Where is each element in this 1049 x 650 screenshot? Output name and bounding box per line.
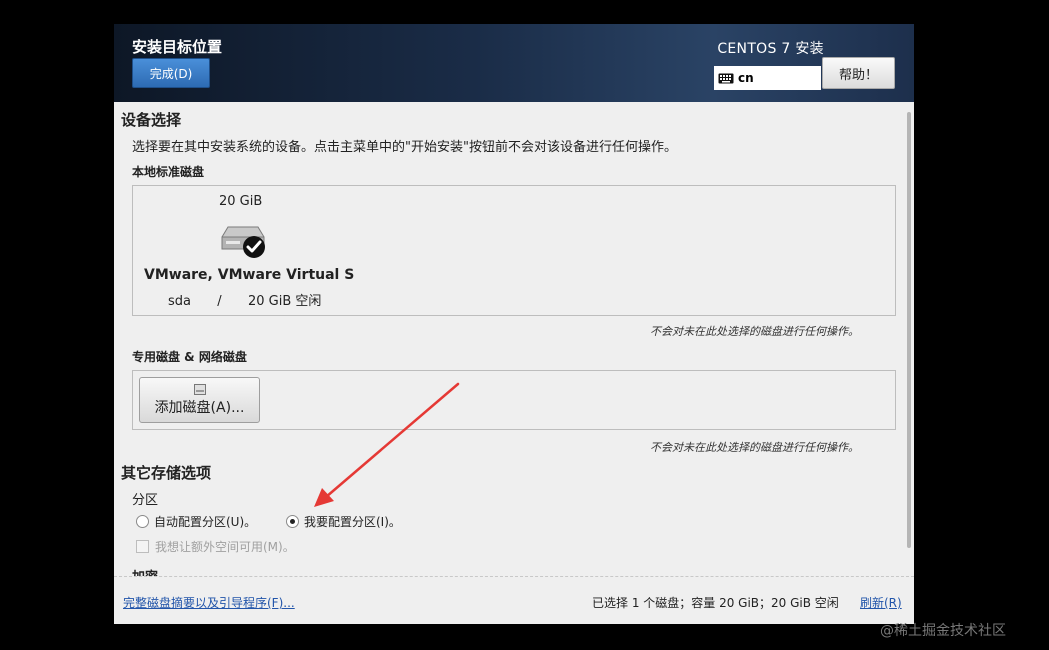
annotation-arrow <box>314 382 460 507</box>
watermark: @稀土掘金技术社区 <box>880 623 1006 639</box>
